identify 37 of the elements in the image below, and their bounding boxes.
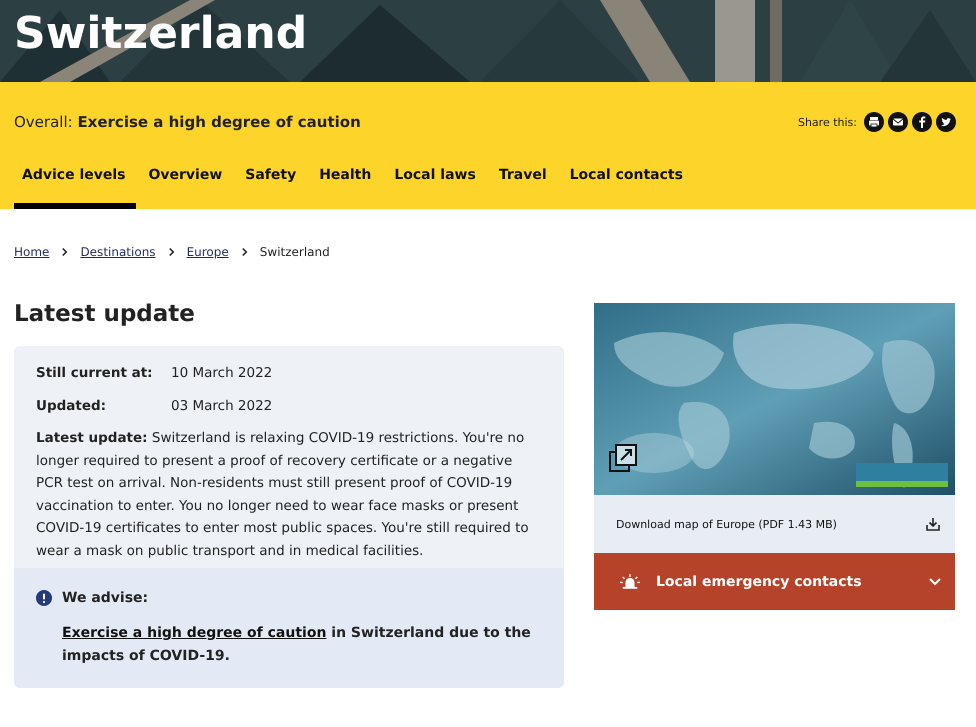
section-heading: Latest update bbox=[14, 300, 196, 328]
print-icon[interactable] bbox=[864, 112, 884, 132]
update-text: Latest update: Switzerland is relaxing COVID-19 restrictions. You're no longer required to present a proof of recovery certificate or a negative PCR test on arrival. Non-residents must still present proof of COVID-19 vaccination to enter. You no longer need to wear face masks or present COVID-19 certificates to enter most public spaces. You're still required to wear a mask on public transport and in medical facilities. bbox=[36, 429, 530, 560]
download-link[interactable]: Download map of Europe (PDF 1.43 MB) bbox=[594, 495, 955, 553]
alert-icon bbox=[36, 590, 52, 606]
field-value: 10 March 2022 bbox=[171, 364, 272, 383]
field-label: Updated: bbox=[36, 396, 108, 416]
expand-icon[interactable] bbox=[608, 443, 638, 473]
field-label: Still current at: bbox=[36, 364, 154, 383]
download-icon bbox=[925, 516, 941, 532]
advice-heading: We advise: bbox=[62, 590, 148, 606]
share-label: Share this: bbox=[798, 116, 857, 128]
page-title: Switzerland bbox=[14, 7, 308, 61]
nav-tab[interactable]: Overview bbox=[140, 159, 232, 209]
caret-icon bbox=[929, 578, 941, 586]
nav-tab[interactable]: Safety bbox=[237, 159, 306, 209]
advice-text: Exercise a high degree of caution in Switzerland due to the impacts of COVID-19. bbox=[62, 624, 532, 666]
chevron-icon bbox=[168, 247, 175, 257]
nav-tab[interactable]: Travel bbox=[490, 159, 557, 209]
siren-icon bbox=[620, 573, 640, 590]
chevron-icon bbox=[61, 247, 68, 257]
breadcrumb-current: Switzerland bbox=[260, 245, 330, 259]
nav-tab[interactable]: Advice levels bbox=[14, 159, 136, 209]
nav-tab[interactable]: Health bbox=[311, 159, 382, 209]
nav-tab[interactable]: Local laws bbox=[386, 159, 486, 209]
nav-tab[interactable]: Local contacts bbox=[562, 159, 693, 209]
facebook-icon[interactable] bbox=[912, 112, 932, 132]
breadcrumb-link[interactable]: Europe bbox=[186, 245, 229, 259]
chevron-icon bbox=[240, 247, 248, 257]
emergency-contacts-button[interactable]: Local emergency contacts bbox=[594, 553, 955, 610]
email-icon[interactable] bbox=[888, 112, 908, 132]
advice-link[interactable]: Exercise a high degree of caution bbox=[62, 625, 326, 641]
field-value: 03 March 2022 bbox=[171, 396, 272, 416]
overall-advice: Overall: Exercise a high degree of caution bbox=[14, 113, 361, 131]
twitter-icon[interactable] bbox=[936, 112, 956, 132]
breadcrumb-link[interactable]: Destinations bbox=[80, 245, 156, 259]
breadcrumb-link[interactable]: Home bbox=[14, 245, 50, 259]
